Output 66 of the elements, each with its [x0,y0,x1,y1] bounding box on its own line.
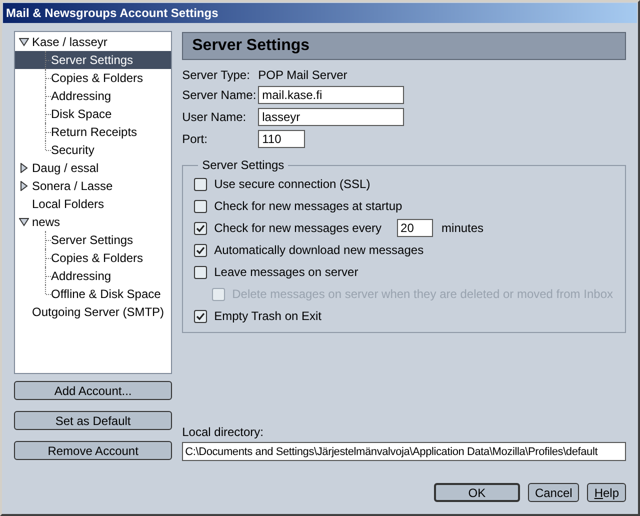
field-label: Port: [182,132,208,146]
expanded-triangle-icon[interactable] [19,217,29,227]
checkbox[interactable] [194,222,208,234]
tree-item[interactable]: Security [51,141,94,159]
tree-item[interactable]: Server Settings [51,51,134,69]
option-label: Check for new messages at startup [214,199,402,213]
group-title: Server Settings [201,158,286,172]
tree-item-row[interactable]: Security [15,141,172,159]
text-field[interactable]: lasseyr [258,108,404,126]
tree-item[interactable]: Server Settings [51,231,134,249]
path-field[interactable]: C:\Documents and Settings\Järjestelmänvalvoja\Application Data\Mozilla\Profiles\default [182,442,626,461]
unit-label: minutes [442,221,484,235]
tree-item-row[interactable]: Copies & Folders [15,249,172,267]
tree-item-row[interactable]: Disk Space [15,105,172,123]
panel-title: Server Settings [192,37,310,55]
tree-item-row[interactable]: Addressing [15,87,172,105]
account-button[interactable]: Add Account... [14,381,172,400]
field-label: User Name: [182,110,248,124]
tree-item[interactable]: Daug / essal [32,159,99,177]
account-button[interactable]: Set as Default [14,411,172,430]
field-value: POP Mail Server [258,68,348,82]
checkmark-icon [196,246,206,254]
tree-item[interactable]: Offline & Disk Space [51,285,161,303]
tree-item[interactable]: Outgoing Server (SMTP) [32,303,164,321]
field-label: Server Type: [182,68,251,82]
option-label: Check for new messages every [214,221,382,235]
field-label: Server Name: [182,88,258,102]
account-button[interactable]: Remove Account [14,441,172,460]
tree-item[interactable]: Addressing [51,87,112,105]
option-label: Use secure connection (SSL) [214,177,370,191]
tree-item-row[interactable]: Addressing [15,267,172,285]
tree-item-row[interactable]: Server Settings [15,51,172,69]
option-label: Empty Trash on Exit [214,309,322,323]
text-field[interactable]: mail.kase.fi [258,86,404,104]
expanded-triangle-icon[interactable] [19,37,29,47]
dialog-button[interactable]: OK [434,483,520,502]
tree-item-row[interactable]: Copies & Folders [15,69,172,87]
port-field[interactable]: 110 [258,130,306,148]
checkbox[interactable] [194,244,208,256]
tree-item[interactable]: Disk Space [51,105,112,123]
tree-item[interactable]: Kase / lasseyr [32,33,108,51]
dialog-button[interactable]: Cancel [528,483,580,502]
tree-item[interactable]: Return Receipts [51,123,138,141]
collapsed-triangle-icon[interactable] [19,181,29,191]
collapsed-triangle-icon[interactable] [19,163,29,173]
option-label: Automatically download new messages [214,243,424,257]
tree-item[interactable]: Copies & Folders [51,69,144,87]
tree-item[interactable]: Sonera / Lasse [32,177,113,195]
checkmark-icon [196,224,206,232]
window-title: Mail & Newsgroups Account Settings [6,6,218,20]
checkbox[interactable] [194,310,208,322]
field-label: Local directory: [182,425,264,439]
checkbox[interactable] [194,178,208,190]
checkmark-icon [196,312,206,320]
dialog-button[interactable]: Help [587,483,626,502]
tree-item-row[interactable]: Return Receipts [15,123,172,141]
tree-item[interactable]: Copies & Folders [51,249,144,267]
tree-item-row[interactable]: Server Settings [15,231,172,249]
checkbox[interactable] [194,266,208,278]
checkbox[interactable] [194,200,208,212]
tree-item[interactable]: Addressing [51,267,112,285]
option-label: Leave messages on server [214,265,358,279]
tree-item[interactable]: Local Folders [32,195,104,213]
tree-item-row[interactable]: Offline & Disk Space [15,285,172,303]
tree-item[interactable]: news [32,213,60,231]
interval-field[interactable]: 20 [396,219,433,237]
